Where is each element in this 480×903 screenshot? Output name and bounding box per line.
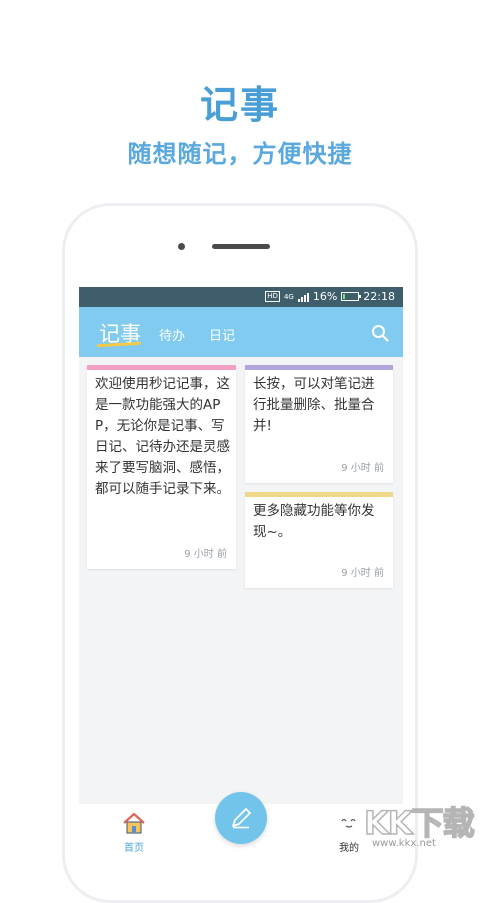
phone-camera: [178, 243, 185, 250]
note-color-stripe: [87, 365, 236, 370]
note-time: 9 小时 前: [341, 568, 384, 579]
note-text: 欢迎使用秒记记事，这是一款功能强大的APP，无论你是记事、写日记、记待办还是灵感…: [95, 376, 230, 497]
signal-icon: [297, 292, 309, 302]
note-time: 9 小时 前: [341, 463, 384, 474]
note-card[interactable]: 欢迎使用秒记记事，这是一款功能强大的APP，无论你是记事、写日记、记待办还是灵感…: [87, 365, 236, 569]
watermark: KK下载 www.kkx.net: [360, 796, 480, 854]
phone-speaker: [212, 244, 270, 249]
note-text: 更多隐藏功能等你发现~。: [253, 503, 375, 540]
search-icon[interactable]: [371, 324, 389, 342]
network-type: 4G: [283, 292, 294, 301]
note-time: 9 小时 前: [184, 549, 227, 560]
note-card[interactable]: 更多隐藏功能等你发现~。 9 小时 前: [245, 492, 393, 588]
home-icon: [123, 812, 145, 834]
hd-badge: HD: [265, 291, 280, 302]
note-color-stripe: [245, 365, 393, 370]
battery-icon: [341, 292, 362, 301]
pencil-icon: [232, 808, 251, 829]
battery-fill: [343, 294, 346, 299]
watermark-url: www.kkx.net: [372, 838, 436, 849]
app-bar: 记事 待办 日记: [79, 307, 403, 357]
note-text: 长按，可以对笔记进行批量删除、批量合并!: [253, 376, 375, 434]
tab-todo[interactable]: 待办: [159, 325, 185, 344]
profile-icon: [341, 818, 356, 828]
status-time: 22:18: [363, 290, 395, 303]
promo-title: 记事: [199, 83, 280, 127]
nav-home[interactable]: 首页: [119, 812, 149, 854]
promo-subtitle: 随想随记，方便快捷: [127, 140, 353, 168]
new-note-button[interactable]: [215, 792, 267, 844]
note-color-stripe: [245, 492, 393, 497]
tab-diary[interactable]: 日记: [209, 325, 235, 344]
status-bar: HD 4G 16% 22:18: [79, 287, 403, 307]
note-card[interactable]: 长按，可以对笔记进行批量删除、批量合并! 9 小时 前: [245, 365, 393, 483]
nav-home-label: 首页: [124, 843, 144, 854]
app-screen: HD 4G 16% 22:18 记事 待办 日记 欢迎使用秒记记事，这是一款功能…: [79, 287, 403, 854]
battery-percent: 16%: [312, 290, 338, 303]
